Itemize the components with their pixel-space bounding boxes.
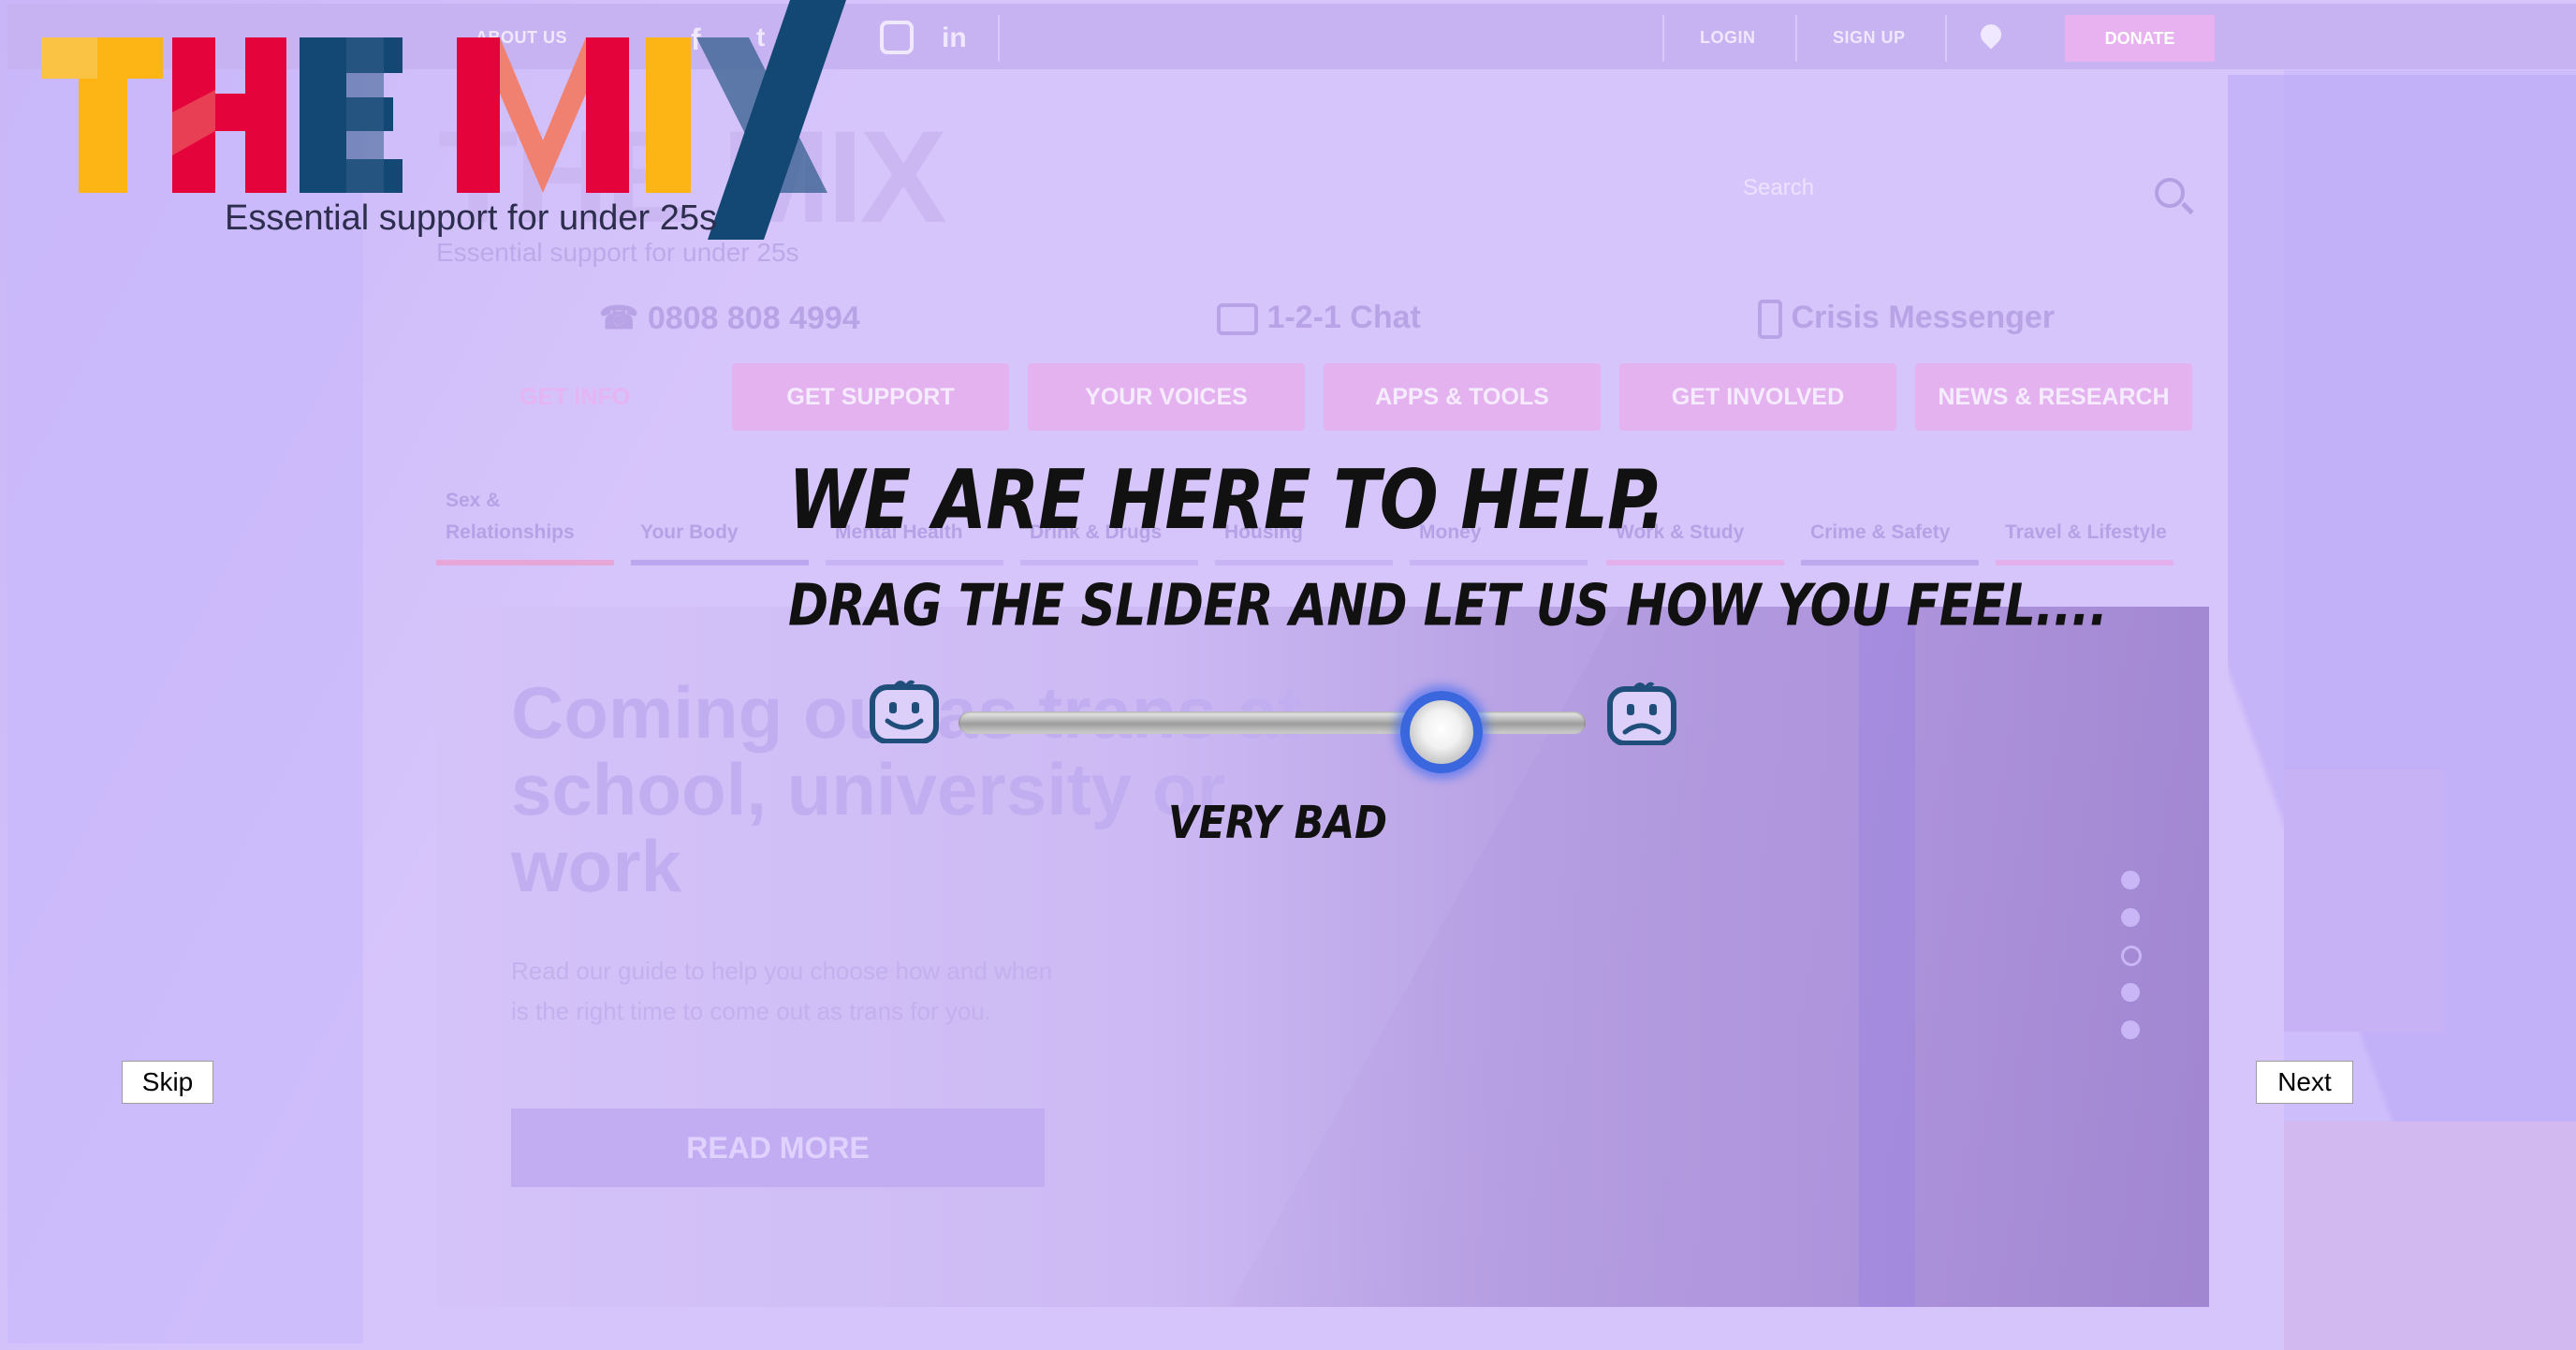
search-input: Search bbox=[1743, 175, 1815, 200]
background-left-column bbox=[7, 70, 363, 1343]
overlay-headline: We are here to help. bbox=[788, 453, 1665, 549]
hero-title: Coming out as trans at school, universit… bbox=[511, 671, 1302, 907]
subnav-underline bbox=[631, 560, 809, 565]
happy-face-icon bbox=[870, 680, 939, 743]
topbar-divider bbox=[1945, 15, 1947, 62]
side-card bbox=[2284, 1122, 2576, 1350]
next-button[interactable]: Next bbox=[2256, 1061, 2353, 1104]
subnav-your-body: Your Body bbox=[640, 521, 739, 543]
topbar-divider bbox=[998, 15, 1000, 62]
instagram-icon bbox=[880, 21, 914, 54]
carousel-dot bbox=[2121, 871, 2140, 889]
carousel-dot bbox=[2121, 908, 2140, 927]
nav-get-involved: GET INVOLVED bbox=[1619, 363, 1896, 431]
phone-icon: ☎ bbox=[599, 301, 639, 336]
nav-apps-tools: APPS & TOOLS bbox=[1324, 363, 1601, 431]
topbar-divider bbox=[1795, 15, 1797, 62]
the-mix-logo: Essential support for under 25s bbox=[41, 0, 846, 243]
read-more-button: READ MORE bbox=[511, 1108, 1045, 1187]
subnav-underline bbox=[1606, 560, 1784, 565]
chat-contact: 1-2-1 Chat bbox=[1217, 300, 1421, 336]
chat-label: 1-2-1 Chat bbox=[1266, 300, 1421, 335]
slider-value-label: Very Bad bbox=[1167, 796, 1388, 849]
side-card bbox=[2284, 770, 2445, 1032]
mobile-phone-icon bbox=[1758, 300, 1782, 340]
subnav-travel-lifestyle: Travel & Lifestyle bbox=[2005, 521, 2167, 543]
subnav-underline bbox=[1410, 560, 1588, 565]
linkedin-icon: in bbox=[942, 22, 967, 53]
carousel-dot bbox=[2121, 1020, 2140, 1039]
nav-your-voices: YOUR VOICES bbox=[1028, 363, 1305, 431]
search-icon bbox=[2155, 178, 2185, 208]
topbar-divider bbox=[1662, 15, 1664, 62]
carousel-dot bbox=[2121, 983, 2140, 1002]
subnav-underline bbox=[1996, 560, 2174, 565]
nav-get-info: GET INFO bbox=[519, 384, 631, 410]
phone-contact: ☎ 0808 808 4994 bbox=[599, 300, 860, 337]
nav-news-research: NEWS & RESEARCH bbox=[1915, 363, 2192, 431]
subnav-crime-safety: Crime & Safety bbox=[1810, 521, 1951, 543]
nav-get-support: GET SUPPORT bbox=[732, 363, 1009, 431]
subnav-underline bbox=[1801, 560, 1979, 565]
feeling-slider-handle[interactable] bbox=[1399, 691, 1483, 773]
carousel-dot-active bbox=[2121, 946, 2142, 966]
subnav-sex-relationships: Sex & Relationships bbox=[446, 490, 575, 543]
feeling-slider-track[interactable] bbox=[959, 712, 1586, 734]
location-pin-icon bbox=[1976, 20, 2006, 50]
hero-description: Read our guide to help you choose how an… bbox=[511, 957, 1053, 1025]
subnav-underline bbox=[1215, 560, 1393, 565]
crisis-label: Crisis Messenger bbox=[1791, 300, 2056, 335]
overlay-subheadline: Drag the slider and let us how you feel.… bbox=[788, 573, 2108, 639]
hero-image-pillar bbox=[1859, 607, 1915, 1307]
chat-bubble-icon bbox=[1217, 303, 1258, 336]
logo-tagline: Essential support for under 25s bbox=[225, 198, 717, 238]
subnav-underline bbox=[436, 560, 614, 565]
sign-up-link: SIGN UP bbox=[1833, 28, 1906, 47]
login-link: LOGIN bbox=[1700, 28, 1756, 47]
phone-number: 0808 808 4994 bbox=[647, 301, 860, 336]
sad-face-icon bbox=[1607, 682, 1676, 745]
skip-button[interactable]: Skip bbox=[122, 1061, 213, 1104]
subnav-underline bbox=[1020, 560, 1198, 565]
donate-button: DONATE bbox=[2065, 15, 2215, 62]
crisis-contact: Crisis Messenger bbox=[1758, 300, 2056, 340]
subnav-underline bbox=[826, 560, 1003, 565]
